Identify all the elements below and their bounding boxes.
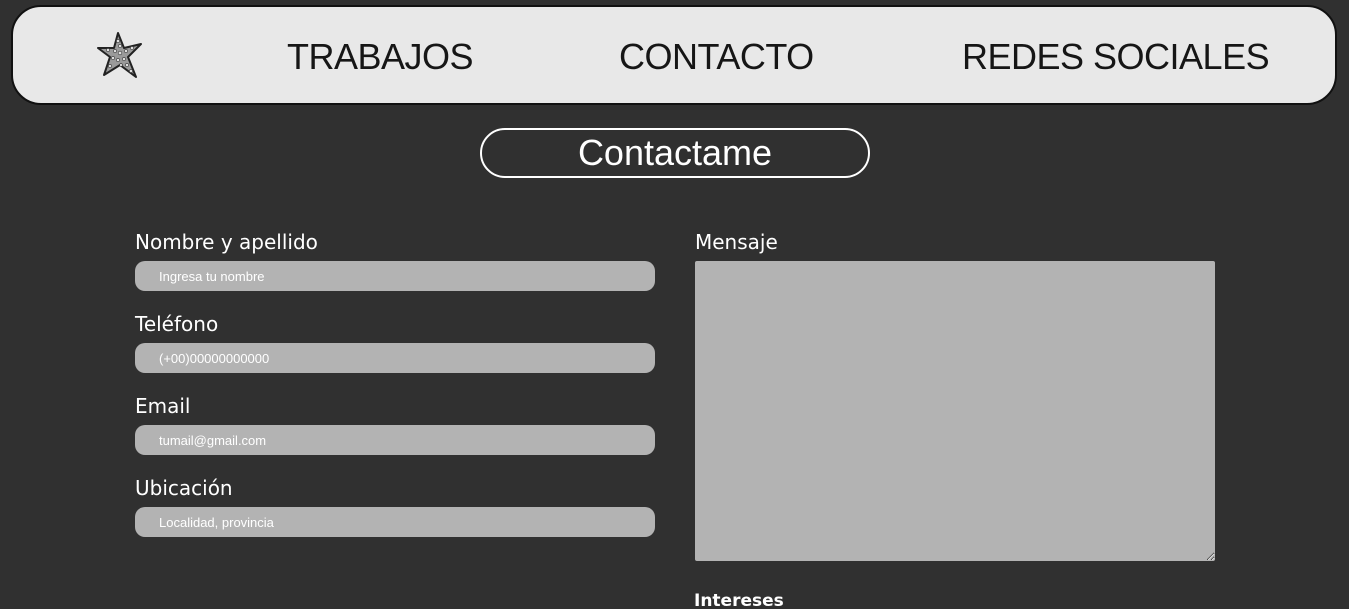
email-input[interactable]	[135, 425, 655, 455]
nav-link-trabajos[interactable]: TRABAJOS	[287, 37, 474, 77]
name-label: Nombre y apellido	[135, 230, 318, 254]
starfish-icon[interactable]	[96, 31, 144, 81]
top-navbar: TRABAJOS CONTACTO REDES SOCIALES	[11, 5, 1337, 105]
location-label: Ubicación	[135, 476, 233, 500]
phone-input[interactable]	[135, 343, 655, 373]
page-title: Contactame	[577, 132, 773, 173]
name-input[interactable]	[135, 261, 655, 291]
phone-label: Teléfono	[135, 312, 219, 336]
email-label: Email	[135, 394, 191, 418]
contact-page: TRABAJOS CONTACTO REDES SOCIALES Contact…	[0, 0, 1349, 609]
nav-link-redes-sociales[interactable]: REDES SOCIALES	[962, 37, 1270, 77]
interests-label: Intereses	[694, 591, 784, 609]
nav-link-contacto[interactable]: CONTACTO	[619, 37, 814, 77]
message-textarea[interactable]	[695, 261, 1215, 561]
location-input[interactable]	[135, 507, 655, 537]
message-label: Mensaje	[695, 230, 778, 254]
page-title-pill: Contactame	[480, 128, 870, 178]
